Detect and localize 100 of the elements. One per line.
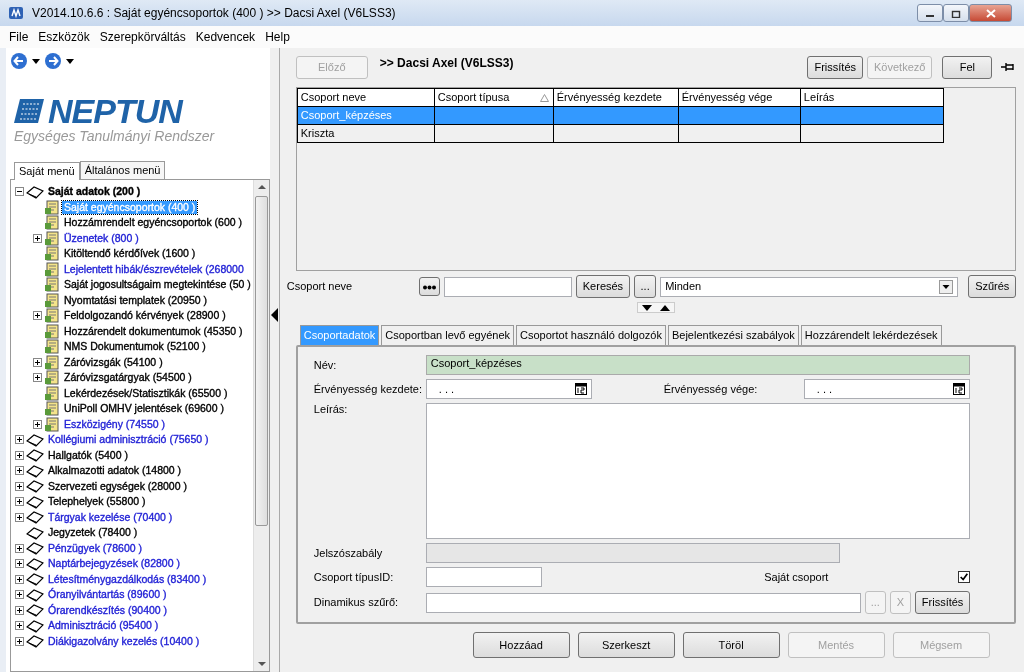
action-button[interactable]: Töröl [682,632,780,659]
tree-item[interactable]: Saját adatok (200 ) [46,185,143,199]
detail-tab[interactable]: Csoportban levő egyének [381,325,515,346]
expand-icon[interactable] [15,435,24,445]
menu-item[interactable]: Help [260,26,295,48]
detail-tab[interactable]: Hozzárendelt lekérdezések [800,325,942,346]
dynamic-filter-field[interactable] [425,592,861,613]
filter-button[interactable]: Szűrés [968,275,1017,298]
tree-item[interactable]: Nyomtatási templatek (20950 ) [62,293,209,307]
column-header[interactable]: Érvényesség kezdete [553,88,679,107]
tree-item[interactable]: Telephelyek (55800 ) [46,495,148,509]
tree-item[interactable]: Hallgatók (5400 ) [46,448,130,462]
tree-item[interactable]: Pénzügyek (78600 ) [46,541,144,555]
action-button[interactable]: Szerkeszt [577,632,675,659]
close-button[interactable] [969,4,1012,22]
tree-item[interactable]: Óranyilvántartás (89600 ) [46,588,169,602]
up-arrow-icon[interactable] [660,304,671,311]
expand-icon[interactable] [15,574,24,584]
tree-item[interactable]: Alkalmazotti adatok (14800 ) [46,464,184,478]
tree-item[interactable]: Adminisztráció (95400 ) [46,619,161,633]
type-id-field[interactable] [425,567,542,588]
search-field[interactable] [443,276,572,297]
collapse-arrow-icon[interactable] [270,308,279,322]
tree-item[interactable]: Naptárbejegyzések (82800 ) [46,557,182,571]
expand-icon[interactable] [15,543,24,553]
tree-item[interactable]: Saját jogosultságaim megtekintése (50 ) [62,278,253,292]
tree-item[interactable]: Kitöltendő kérdőívek (1600 ) [62,247,198,261]
description-field[interactable] [425,403,971,540]
date-field[interactable]: . . . [803,379,970,400]
column-header[interactable]: Csoport neve [297,88,435,107]
expand-icon[interactable] [15,481,24,491]
search-button[interactable]: Keresés [575,275,631,298]
type-select[interactable]: Minden [660,276,959,297]
back-icon[interactable] [10,52,28,70]
down-arrow-icon[interactable] [642,304,653,311]
password-rule-field[interactable] [425,543,840,564]
expand-icon[interactable] [33,373,42,383]
tree-item[interactable]: Eszközigény (74550 ) [62,417,167,431]
expand-icon[interactable] [15,512,24,522]
scroll-thumb[interactable] [254,196,268,526]
minimize-button[interactable] [917,4,943,22]
refresh-button[interactable]: Frissítés [914,591,971,615]
expand-icon[interactable] [33,311,42,321]
tree-item[interactable]: Feldolgozandó kérvények (28900 ) [62,309,228,323]
tree-item[interactable]: UniPoll OMHV jelentések (69600 ) [62,402,226,416]
tree-item[interactable]: Kollégiumi adminisztráció (75650 ) [46,433,211,447]
detail-tab[interactable]: Csoportot használó dolgozók [516,325,666,346]
tree-item[interactable]: Záróvizsgák (54100 ) [62,355,165,369]
sort-icon[interactable] [539,94,549,102]
maximize-button[interactable] [943,4,969,22]
expand-icon[interactable] [33,419,42,429]
more-button[interactable]: ... [634,275,657,298]
expand-icon[interactable] [33,233,42,243]
menu-item[interactable]: Szerepkörváltás [94,26,191,48]
tree-item[interactable]: Diákigazolvány kezelés (10400 ) [46,634,202,648]
calendar-icon[interactable] [952,383,965,396]
menu-tab[interactable]: Általános menü [79,160,166,179]
date-field[interactable]: . . . [425,379,592,400]
tree-item[interactable]: Üzenetek (800 ) [62,231,141,245]
menu-item[interactable]: Kedvencek [190,26,261,48]
tree-item[interactable]: Lekérdezések/Statisztikák (65500 ) [62,386,230,400]
detail-tab[interactable]: Bejelentkezési szabályok [667,325,799,346]
tree-item[interactable]: Hozzámrendelt egyéncsoportok (600 ) [62,216,244,230]
dropdown-icon[interactable] [32,58,40,64]
calendar-icon[interactable] [574,383,587,396]
tree-item[interactable]: Órarendkészítés (90400 ) [46,603,170,617]
checkbox[interactable] [958,571,971,584]
tree-item[interactable]: Tárgyak kezelése (70400 ) [46,510,175,524]
expand-icon[interactable] [15,590,24,600]
menu-item[interactable]: File [4,26,34,48]
forward-icon[interactable] [44,52,62,70]
tree-item[interactable]: Hozzárendelt dokumentumok (45350 ) [62,324,245,338]
dropdown-icon[interactable] [66,58,74,64]
more-button[interactable] [418,277,440,296]
tree-item[interactable]: Létesítménygazdálkodás (83400 ) [46,572,209,586]
action-button[interactable]: Hozzáad [472,632,570,659]
menu-tab[interactable]: Saját menü [14,161,80,180]
tree-item[interactable]: NMS Dokumentumok (52100 ) [62,340,208,354]
column-header[interactable]: Csoport típusa [434,88,554,107]
expand-icon[interactable] [15,466,24,476]
expand-icon[interactable] [15,559,24,569]
expand-icon[interactable] [15,497,24,507]
name-field[interactable]: Csoport_képzéses [425,355,971,376]
pin-icon[interactable] [1000,62,1017,72]
expand-icon[interactable] [15,450,24,460]
column-header[interactable]: Érvényesség vége [678,88,801,107]
expand-icon[interactable] [15,605,24,615]
menu-item[interactable]: Eszközök [33,26,95,48]
scrollbar[interactable] [252,180,269,671]
tree-item[interactable]: Záróvizsgatárgyak (54500 ) [62,371,194,385]
collapse-icon[interactable] [15,187,24,197]
refresh-button[interactable]: Frissítés [807,56,863,79]
up-button[interactable]: Fel [942,56,993,79]
tree-item[interactable]: Lejelentett hibák/észrevételek (268000 [62,262,246,276]
splitter-handle[interactable] [637,302,676,313]
column-header[interactable]: Leírás [800,88,944,107]
expand-icon[interactable] [33,357,42,367]
tree-item[interactable]: Szervezeti egységek (28000 ) [46,479,189,493]
tree-item[interactable]: Jegyzetek (78400 ) [46,526,140,540]
expand-icon[interactable] [15,636,24,646]
